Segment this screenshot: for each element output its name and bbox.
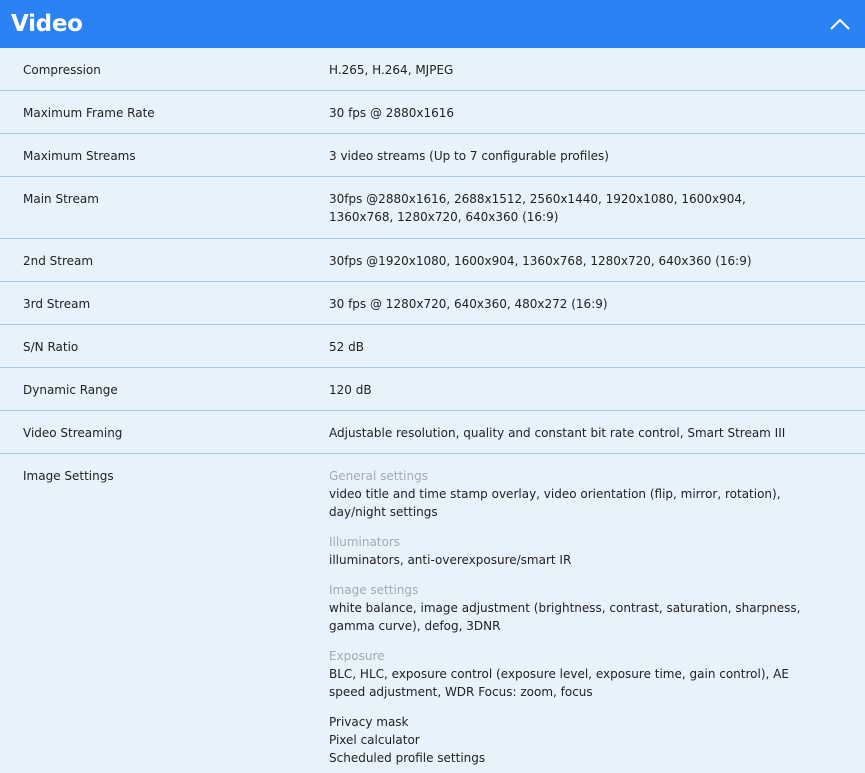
spec-row-3rd-stream: 3rd Stream 30 fps @ 1280x720, 640x360, 4… <box>0 282 865 325</box>
spec-label: Video Streaming <box>23 426 123 440</box>
spec-row-main-stream: Main Stream 30fps @2880x1616, 2688x1512,… <box>0 177 865 239</box>
spec-value: 3 video streams (Up to 7 configurable pr… <box>329 149 609 163</box>
spec-value: 120 dB <box>329 383 372 397</box>
pixel-calculator-line: Pixel calculator <box>329 733 420 747</box>
spec-value: 52 dB <box>329 340 364 354</box>
spec-label: Main Stream <box>23 192 99 206</box>
spec-value-image-settings: General settings video title and time st… <box>329 467 865 767</box>
spec-value: 30 fps @ 2880x1616 <box>329 106 454 120</box>
spec-row-dynamic-range: Dynamic Range 120 dB <box>0 368 865 411</box>
spec-row-image-settings: Image Settings General settings video ti… <box>0 454 865 767</box>
spec-row-max-streams: Maximum Streams 3 video streams (Up to 7… <box>0 134 865 177</box>
spec-label: 3rd Stream <box>23 297 91 311</box>
spec-row-max-frame-rate: Maximum Frame Rate 30 fps @ 2880x1616 <box>0 91 865 134</box>
spec-label: Compression <box>23 63 101 77</box>
spec-label: S/N Ratio <box>23 340 79 354</box>
spec-value: Adjustable resolution, quality and const… <box>329 426 786 440</box>
spec-row-sn-ratio: S/N Ratio 52 dB <box>0 325 865 368</box>
group-text: BLC, HLC, exposure control (exposure lev… <box>329 667 789 699</box>
spec-value: 30fps @1920x1080, 1600x904, 1360x768, 12… <box>329 254 752 268</box>
chevron-up-icon <box>830 18 850 30</box>
settings-group-exposure: Exposure BLC, HLC, exposure control (exp… <box>329 647 805 701</box>
scheduled-profile-line: Scheduled profile settings <box>329 751 486 765</box>
section-title: Video <box>11 11 83 37</box>
spec-row-compression: Compression H.265, H.264, MJPEG <box>0 48 865 91</box>
group-title: General settings <box>329 469 428 483</box>
spec-value: H.265, H.264, MJPEG <box>329 63 454 77</box>
section-header[interactable]: Video <box>0 0 865 48</box>
collapse-button[interactable] <box>826 10 854 38</box>
group-title: Illuminators <box>329 535 401 549</box>
settings-group-general: General settings video title and time st… <box>329 467 805 521</box>
settings-group-illuminators: Illuminators illuminators, anti-overexpo… <box>329 533 805 569</box>
group-title: Exposure <box>329 649 385 663</box>
spec-value: 30fps @2880x1616, 2688x1512, 2560x1440, … <box>329 192 746 224</box>
spec-label: Maximum Frame Rate <box>23 106 155 120</box>
settings-extra-lines: Privacy mask Pixel calculator Scheduled … <box>329 713 805 767</box>
group-text: illuminators, anti-overexposure/smart IR <box>329 553 572 567</box>
group-title: Image settings <box>329 583 419 597</box>
spec-label: Image Settings <box>23 469 114 483</box>
spec-value: 30 fps @ 1280x720, 640x360, 480x272 (16:… <box>329 297 608 311</box>
spec-label: Maximum Streams <box>23 149 136 163</box>
group-text: white balance, image adjustment (brightn… <box>329 601 801 633</box>
video-spec-panel: Video Compression H.265, H.264, MJPEG Ma… <box>0 0 865 773</box>
settings-group-image: Image settings white balance, image adju… <box>329 581 805 635</box>
spec-label: 2nd Stream <box>23 254 94 268</box>
spec-table: Compression H.265, H.264, MJPEG Maximum … <box>0 48 865 767</box>
spec-row-video-streaming: Video Streaming Adjustable resolution, q… <box>0 411 865 454</box>
spec-label: Dynamic Range <box>23 383 118 397</box>
privacy-mask-line: Privacy mask <box>329 715 409 729</box>
group-text: video title and time stamp overlay, vide… <box>329 487 781 519</box>
spec-row-2nd-stream: 2nd Stream 30fps @1920x1080, 1600x904, 1… <box>0 239 865 282</box>
